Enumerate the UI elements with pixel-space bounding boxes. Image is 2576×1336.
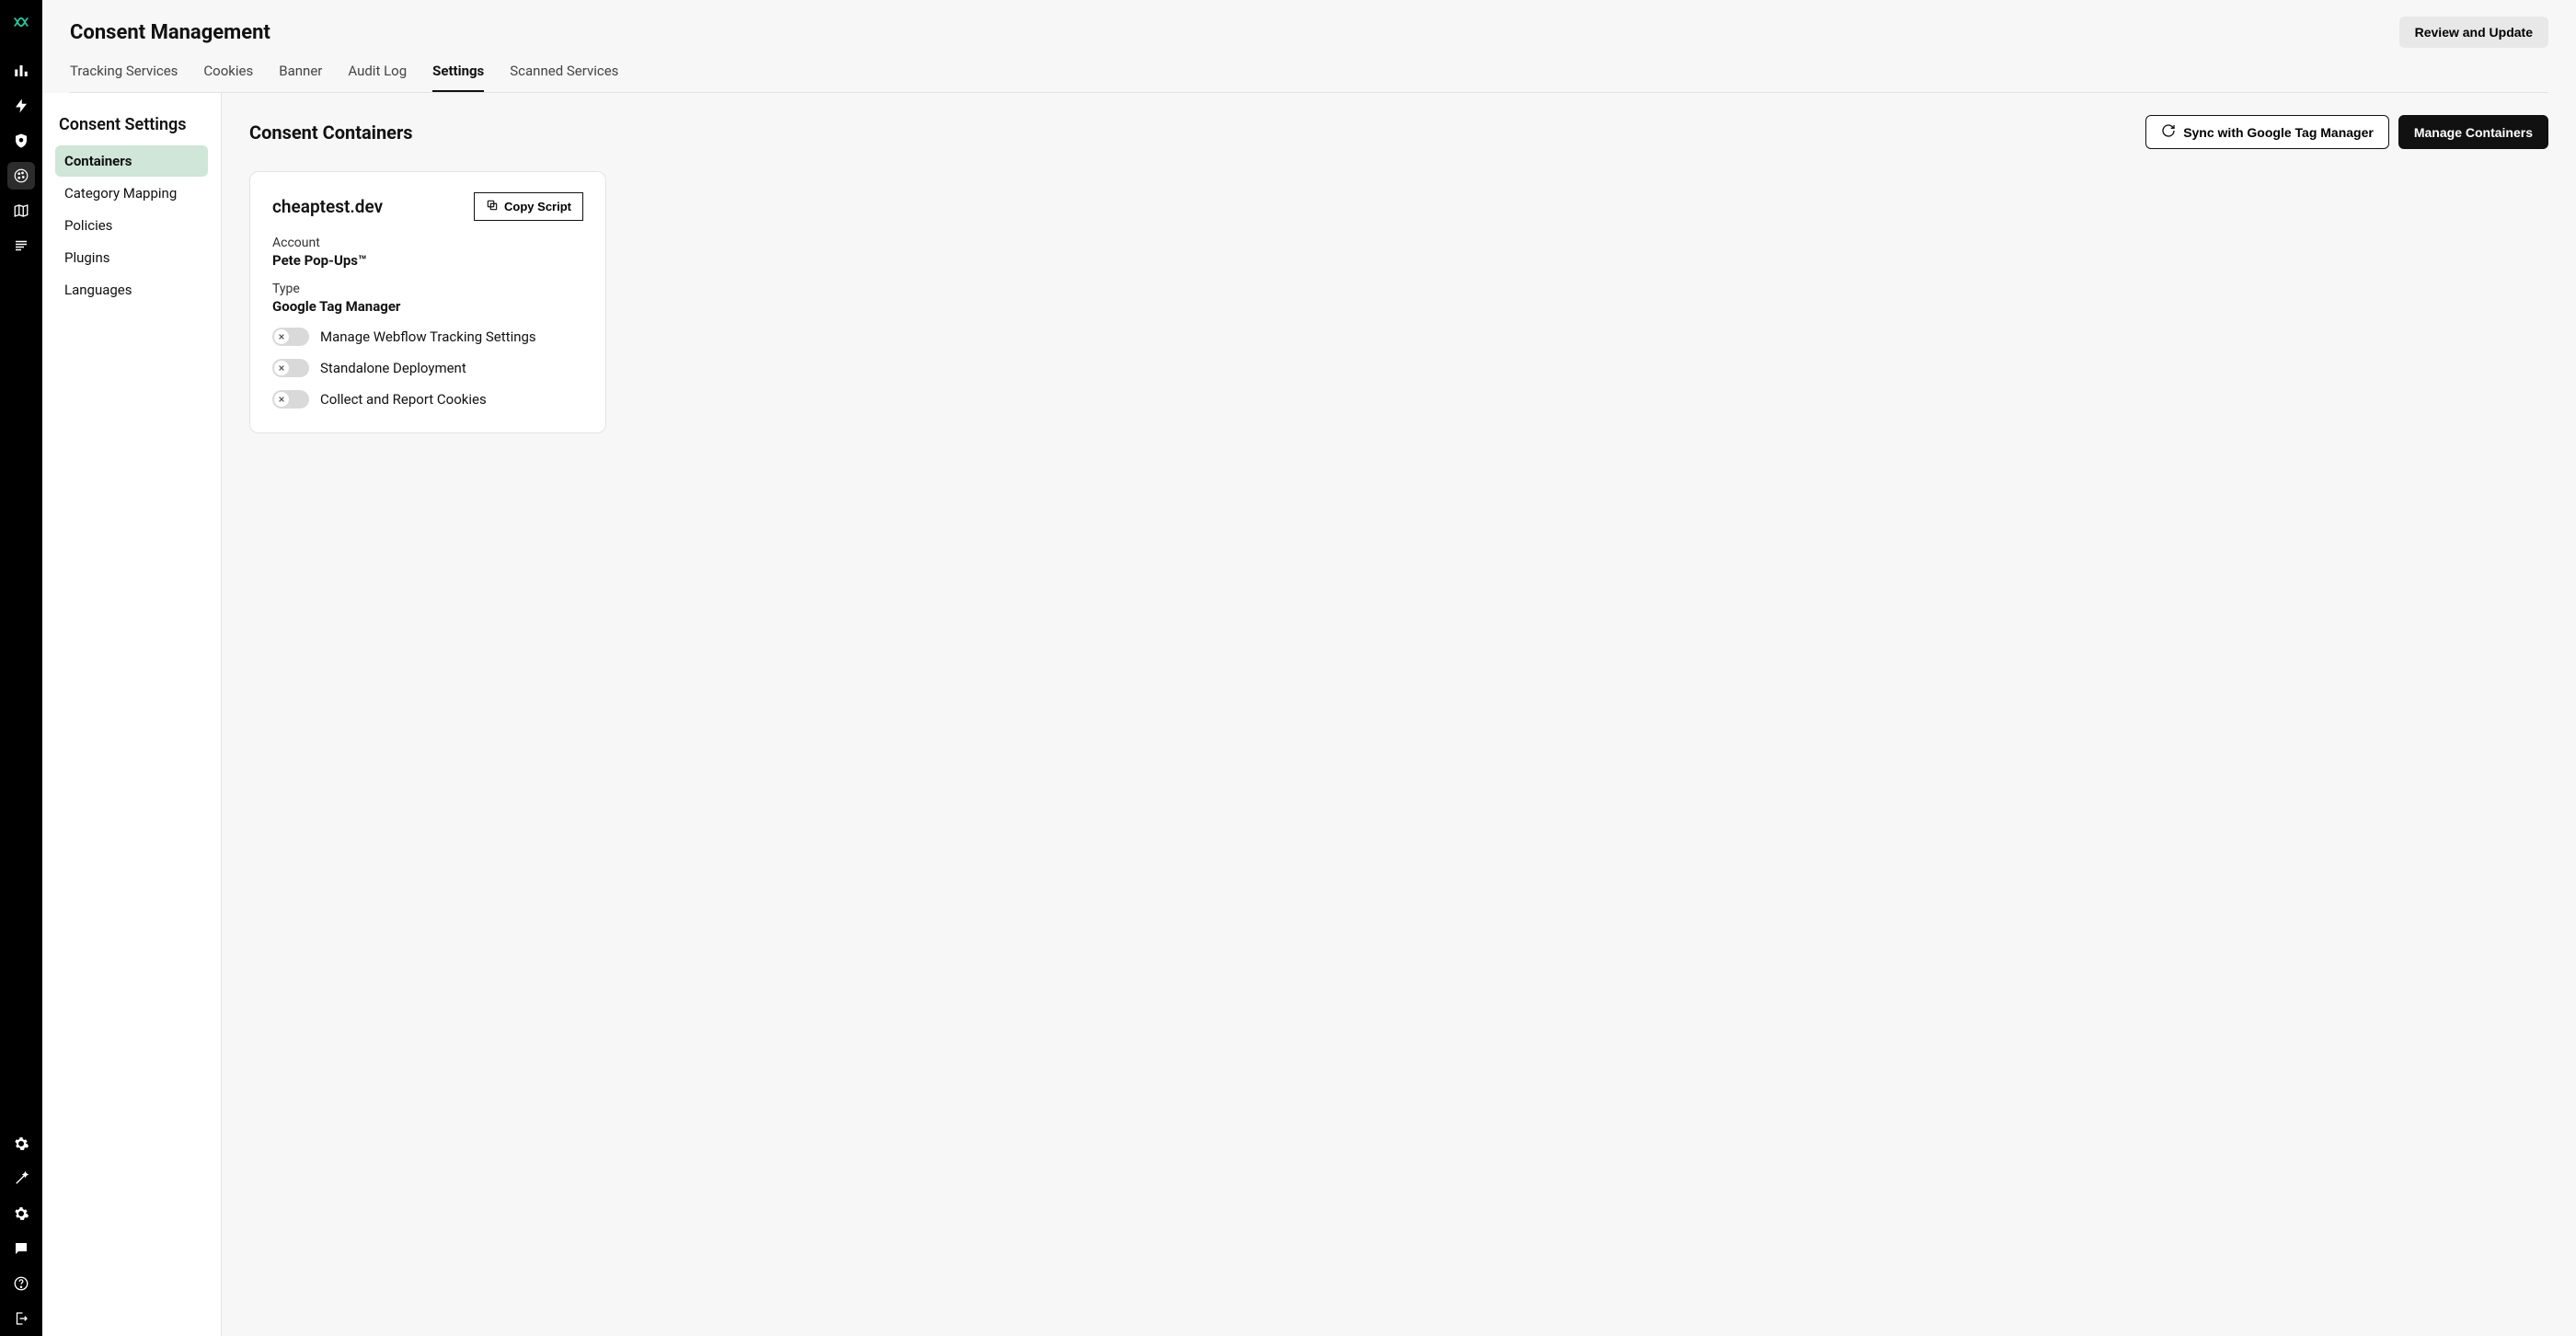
toggle-webflow[interactable] bbox=[272, 328, 309, 346]
cookie-icon[interactable] bbox=[7, 162, 35, 190]
toggle-row-collect: Collect and Report Cookies bbox=[272, 390, 583, 409]
account-value: Pete Pop-Ups™ bbox=[272, 252, 583, 269]
tab-scanned-services[interactable]: Scanned Services bbox=[510, 63, 618, 92]
sidebar-item-languages[interactable]: Languages bbox=[55, 274, 208, 305]
tab-tracking-services[interactable]: Tracking Services bbox=[70, 63, 178, 92]
help-icon[interactable] bbox=[7, 1270, 35, 1297]
review-update-button[interactable]: Review and Update bbox=[2399, 17, 2548, 48]
manage-containers-button[interactable]: Manage Containers bbox=[2398, 115, 2548, 149]
toggle-knob bbox=[274, 361, 289, 375]
toggle-collect-label: Collect and Report Cookies bbox=[320, 391, 487, 408]
sync-icon bbox=[2161, 123, 2176, 141]
page-header: Consent Management Review and Update Tra… bbox=[42, 0, 2576, 93]
chat-icon[interactable] bbox=[7, 1235, 35, 1262]
toggle-knob bbox=[274, 392, 289, 407]
nav-rail bbox=[0, 0, 42, 1336]
type-value: Google Tag Manager bbox=[272, 298, 583, 315]
toggle-standalone[interactable] bbox=[272, 359, 309, 377]
panel-title: Consent Containers bbox=[249, 121, 413, 144]
shield-icon[interactable] bbox=[7, 127, 35, 155]
tab-banner[interactable]: Banner bbox=[279, 63, 322, 92]
bolt-icon[interactable] bbox=[7, 92, 35, 120]
sidebar-item-policies[interactable]: Policies bbox=[55, 210, 208, 241]
toggle-row-webflow: Manage Webflow Tracking Settings bbox=[272, 328, 583, 346]
container-domain: cheaptest.dev bbox=[272, 196, 383, 217]
toggle-collect[interactable] bbox=[272, 390, 309, 409]
toggle-knob bbox=[274, 329, 289, 344]
gear-icon[interactable] bbox=[7, 1130, 35, 1157]
wand-icon[interactable] bbox=[7, 1165, 35, 1192]
toggle-row-standalone: Standalone Deployment bbox=[272, 359, 583, 377]
sidebar-title: Consent Settings bbox=[55, 115, 208, 134]
map-icon[interactable] bbox=[7, 197, 35, 225]
list-icon[interactable] bbox=[7, 232, 35, 259]
copy-script-label: Copy Script bbox=[504, 200, 571, 213]
sidebar-item-category-mapping[interactable]: Category Mapping bbox=[55, 178, 208, 209]
logo-icon bbox=[12, 13, 30, 31]
toggle-standalone-label: Standalone Deployment bbox=[320, 360, 466, 376]
toggle-webflow-label: Manage Webflow Tracking Settings bbox=[320, 328, 536, 345]
settings-sidebar: Consent Settings Containers Category Map… bbox=[42, 93, 222, 1336]
gear-icon-2[interactable] bbox=[7, 1200, 35, 1227]
tabs: Tracking Services Cookies Banner Audit L… bbox=[70, 63, 2548, 93]
tab-cookies[interactable]: Cookies bbox=[203, 63, 253, 92]
page-title: Consent Management bbox=[70, 21, 270, 44]
sync-gtm-label: Sync with Google Tag Manager bbox=[2183, 125, 2374, 140]
account-label: Account bbox=[272, 236, 583, 250]
sidebar-item-containers[interactable]: Containers bbox=[55, 145, 208, 177]
type-label: Type bbox=[272, 282, 583, 296]
copy-icon bbox=[486, 199, 499, 214]
tab-settings[interactable]: Settings bbox=[432, 63, 484, 92]
logout-icon[interactable] bbox=[7, 1305, 35, 1332]
analytics-icon[interactable] bbox=[7, 57, 35, 85]
sidebar-item-plugins[interactable]: Plugins bbox=[55, 242, 208, 273]
panel: Consent Containers Sync with Google Tag … bbox=[222, 93, 2576, 1336]
copy-script-button[interactable]: Copy Script bbox=[474, 192, 583, 221]
tab-audit-log[interactable]: Audit Log bbox=[348, 63, 407, 92]
container-card: cheaptest.dev Copy Script Account Pete P… bbox=[249, 171, 606, 433]
sync-gtm-button[interactable]: Sync with Google Tag Manager bbox=[2145, 115, 2389, 149]
